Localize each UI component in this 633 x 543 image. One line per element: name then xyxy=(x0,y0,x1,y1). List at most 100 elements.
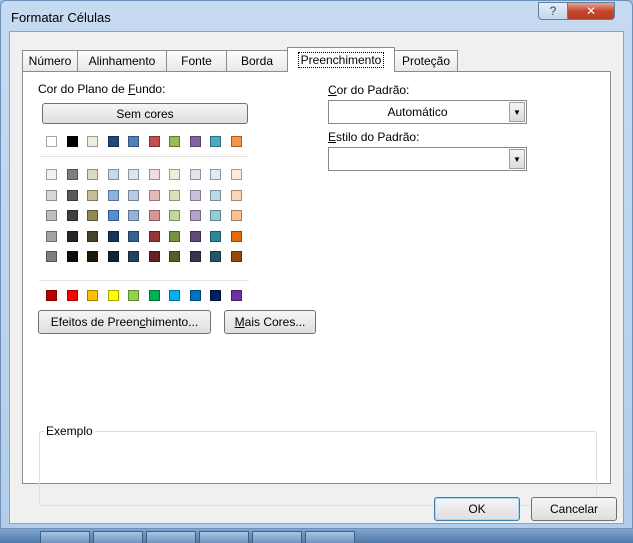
color-swatch-shade3-5[interactable] xyxy=(128,210,139,221)
color-swatch-theme-1[interactable] xyxy=(46,136,57,147)
color-swatch-shade3-4[interactable] xyxy=(108,210,119,221)
color-swatch-shade4-2[interactable] xyxy=(67,230,78,242)
color-swatch-shade5-6[interactable] xyxy=(149,251,160,262)
color-swatch-shade2-3[interactable] xyxy=(87,189,98,201)
help-button[interactable]: ? xyxy=(538,2,568,20)
tab-borda[interactable]: Borda xyxy=(226,50,288,71)
color-swatch-theme-10[interactable] xyxy=(231,136,242,147)
color-swatch-shade1-10[interactable] xyxy=(231,169,242,180)
close-button[interactable]: ✕ xyxy=(567,2,615,20)
color-swatch-shade5-7[interactable] xyxy=(169,251,180,262)
fill-effects-button[interactable]: Efeitos de Preenchimento... xyxy=(38,310,211,334)
color-swatch-shade4-7[interactable] xyxy=(169,230,180,242)
color-swatch-shade1-7[interactable] xyxy=(169,169,180,180)
pattern-style-label: Estilo do Padrão: xyxy=(328,130,420,144)
taskbar-item[interactable] xyxy=(93,531,143,543)
sample-group: Exemplo xyxy=(39,424,597,506)
background-color-label: Cor do Plano de Fundo: xyxy=(38,82,166,96)
color-swatch-standard-4[interactable] xyxy=(108,290,119,301)
pattern-style-select[interactable]: ▼ xyxy=(328,147,527,171)
color-swatch-shade4-4[interactable] xyxy=(108,230,119,242)
color-swatch-standard-5[interactable] xyxy=(128,290,139,301)
color-swatch-shade1-5[interactable] xyxy=(128,169,139,180)
color-swatch-shade4-5[interactable] xyxy=(128,230,139,242)
color-swatch-shade5-9[interactable] xyxy=(210,251,221,262)
color-swatch-shade3-9[interactable] xyxy=(210,210,221,221)
tab-preenchimento[interactable]: Preenchimento xyxy=(287,47,395,72)
cancel-button[interactable]: Cancelar xyxy=(531,497,617,521)
color-swatch-shade2-5[interactable] xyxy=(128,189,139,201)
color-swatch-shade2-4[interactable] xyxy=(108,189,119,201)
color-swatch-shade1-8[interactable] xyxy=(190,169,201,180)
tab-numero[interactable]: Número xyxy=(22,50,78,71)
tab-alinhamento[interactable]: Alinhamento xyxy=(77,50,167,71)
color-swatch-shade5-3[interactable] xyxy=(87,251,98,262)
color-swatch-shade4-8[interactable] xyxy=(190,230,201,242)
color-swatch-shade2-2[interactable] xyxy=(67,189,78,201)
color-swatch-shade3-2[interactable] xyxy=(67,210,78,221)
color-swatch-theme-4[interactable] xyxy=(108,136,119,147)
color-swatch-shade4-1[interactable] xyxy=(46,230,57,242)
color-swatch-shade2-10[interactable] xyxy=(231,189,242,201)
color-swatch-theme-2[interactable] xyxy=(67,136,78,147)
color-swatch-standard-9[interactable] xyxy=(210,290,221,301)
pattern-color-select[interactable]: Automático ▼ xyxy=(328,100,527,124)
color-swatch-shade4-6[interactable] xyxy=(149,230,160,242)
color-swatch-theme-9[interactable] xyxy=(210,136,221,147)
color-swatch-shade4-10[interactable] xyxy=(231,230,242,242)
color-swatch-shade3-10[interactable] xyxy=(231,210,242,221)
color-swatch-shade4-3[interactable] xyxy=(87,230,98,242)
color-swatch-theme-8[interactable] xyxy=(190,136,201,147)
color-swatch-shade3-1[interactable] xyxy=(46,210,57,221)
tab-protecao[interactable]: Proteção xyxy=(394,50,458,71)
color-swatch-standard-3[interactable] xyxy=(87,290,98,301)
color-swatch-standard-2[interactable] xyxy=(67,290,78,301)
color-swatch-standard-10[interactable] xyxy=(231,290,242,301)
color-swatch-standard-1[interactable] xyxy=(46,290,57,301)
taskbar-item[interactable] xyxy=(40,531,90,543)
color-swatch-shade5-2[interactable] xyxy=(67,251,78,262)
color-swatch-shade1-2[interactable] xyxy=(67,169,78,180)
no-color-button[interactable]: Sem cores xyxy=(42,103,248,124)
taskbar-item[interactable] xyxy=(146,531,196,543)
color-swatch-shade2-9[interactable] xyxy=(210,189,221,201)
color-swatch-theme-5[interactable] xyxy=(128,136,139,147)
color-swatch-standard-8[interactable] xyxy=(190,290,201,301)
color-swatch-shade5-1[interactable] xyxy=(46,251,57,262)
color-swatch-shade3-6[interactable] xyxy=(149,210,160,221)
color-swatch-shade2-8[interactable] xyxy=(190,189,201,201)
chevron-down-icon[interactable]: ▼ xyxy=(509,149,525,169)
color-swatch-standard-7[interactable] xyxy=(169,290,180,301)
color-swatch-shade2-1[interactable] xyxy=(46,189,57,201)
color-swatch-shade1-9[interactable] xyxy=(210,169,221,180)
taskbar-item[interactable] xyxy=(199,531,249,543)
chevron-down-icon[interactable]: ▼ xyxy=(509,102,525,122)
close-icon: ✕ xyxy=(585,4,597,18)
color-swatch-shade5-10[interactable] xyxy=(231,251,242,262)
color-swatch-shade1-6[interactable] xyxy=(149,169,160,180)
color-swatch-shade4-9[interactable] xyxy=(210,230,221,242)
color-swatch-shade2-6[interactable] xyxy=(149,189,160,201)
title-bar[interactable]: Formatar Células ? ✕ xyxy=(1,1,632,31)
taskbar-item[interactable] xyxy=(305,531,355,543)
ok-button[interactable]: OK xyxy=(434,497,520,521)
color-swatch-shade2-7[interactable] xyxy=(169,189,180,201)
taskbar-item[interactable] xyxy=(252,531,302,543)
color-swatch-shade5-8[interactable] xyxy=(190,251,201,262)
more-colors-button[interactable]: Mais Cores... xyxy=(224,310,316,334)
color-swatch-shade3-8[interactable] xyxy=(190,210,201,221)
color-swatch-standard-6[interactable] xyxy=(149,290,160,301)
color-swatch-shade5-4[interactable] xyxy=(108,251,119,262)
color-swatch-shade3-3[interactable] xyxy=(87,210,98,221)
color-swatch-shade5-5[interactable] xyxy=(128,251,139,262)
color-swatch-theme-7[interactable] xyxy=(169,136,180,147)
color-swatch-theme-3[interactable] xyxy=(87,136,98,147)
tab-fonte[interactable]: Fonte xyxy=(166,50,227,71)
color-swatch-theme-6[interactable] xyxy=(149,136,160,147)
color-swatch-shade1-4[interactable] xyxy=(108,169,119,180)
help-icon: ? xyxy=(549,4,557,18)
color-swatch-shade1-1[interactable] xyxy=(46,169,57,180)
color-swatch-shade1-3[interactable] xyxy=(87,169,98,180)
fill-panel: Cor do Plano de Fundo: Sem cores Efeitos… xyxy=(22,71,611,506)
color-swatch-shade3-7[interactable] xyxy=(169,210,180,221)
